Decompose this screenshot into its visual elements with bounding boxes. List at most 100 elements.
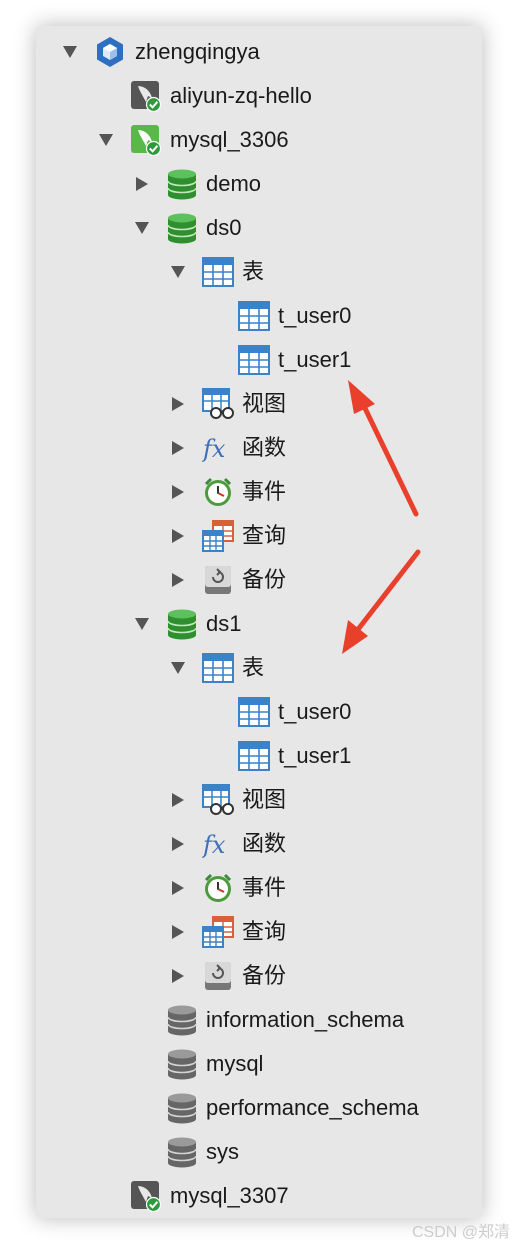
tree-row-ds1-views[interactable]: 视图 bbox=[36, 778, 482, 822]
database-green-icon bbox=[166, 168, 198, 200]
database-gray-icon bbox=[166, 1092, 198, 1124]
backups-folder-label: 备份 bbox=[242, 963, 287, 988]
tree-row-ds1-tables[interactable]: 表 bbox=[36, 646, 482, 690]
tables-folder-label: 表 bbox=[242, 655, 265, 680]
tree-row-ds1-t-user0[interactable]: t_user0 bbox=[36, 690, 482, 734]
svg-text:fx: fx bbox=[202, 831, 226, 859]
tree-row-ds1-t-user1[interactable]: t_user1 bbox=[36, 734, 482, 778]
tree-row-sys[interactable]: sys bbox=[36, 1130, 482, 1174]
event-clock-icon bbox=[202, 872, 234, 904]
expand-triangle-right-icon[interactable] bbox=[134, 162, 150, 206]
views-folder-label: 视图 bbox=[242, 787, 287, 812]
table-label: t_user1 bbox=[278, 743, 352, 768]
expand-triangle-right-icon[interactable] bbox=[170, 382, 186, 426]
tree-row-ds1[interactable]: ds1 bbox=[36, 602, 482, 646]
table-folder-icon bbox=[202, 256, 234, 288]
connection-green-icon bbox=[130, 124, 162, 156]
expand-triangle-down-icon[interactable] bbox=[62, 30, 78, 74]
tree-row-mysql[interactable]: mysql bbox=[36, 1042, 482, 1086]
connection-label: mysql_3307 bbox=[170, 1183, 289, 1208]
connection-label: mysql_3306 bbox=[170, 127, 289, 152]
connection-gray-icon bbox=[130, 80, 162, 112]
expand-triangle-down-icon[interactable] bbox=[98, 118, 114, 162]
tree-row-ds0-views[interactable]: 视图 bbox=[36, 382, 482, 426]
tree-row-aliyun-zq-hello[interactable]: aliyun-zq-hello bbox=[36, 74, 482, 118]
database-label: mysql bbox=[206, 1051, 264, 1076]
database-gray-icon bbox=[166, 1136, 198, 1168]
navicat-tree-panel: zhengqingya aliyun-zq-hello mysql_3306 d… bbox=[36, 26, 482, 1218]
database-label: ds0 bbox=[206, 215, 242, 240]
tree-row-ds0-events[interactable]: 事件 bbox=[36, 470, 482, 514]
expand-triangle-right-icon[interactable] bbox=[170, 514, 186, 558]
database-label: ds1 bbox=[206, 611, 242, 636]
table-label: t_user0 bbox=[278, 303, 352, 328]
tree-row-ds1-queries[interactable]: 查询 bbox=[36, 910, 482, 954]
events-folder-label: 事件 bbox=[242, 875, 287, 900]
tree-row-ds1-backups[interactable]: 备份 bbox=[36, 954, 482, 998]
tree-row-ds0[interactable]: ds0 bbox=[36, 206, 482, 250]
expand-triangle-down-icon[interactable] bbox=[134, 602, 150, 646]
functions-folder-label: 函数 bbox=[242, 831, 287, 856]
connection-gray-icon bbox=[130, 1180, 162, 1212]
tree-row-ds1-functions[interactable]: fx 函数 bbox=[36, 822, 482, 866]
queries-folder-label: 查询 bbox=[242, 919, 287, 944]
query-icon bbox=[202, 520, 234, 552]
expand-triangle-right-icon[interactable] bbox=[170, 558, 186, 602]
backup-icon bbox=[202, 564, 234, 596]
expand-triangle-right-icon[interactable] bbox=[170, 954, 186, 998]
expand-triangle-right-icon[interactable] bbox=[170, 866, 186, 910]
events-folder-label: 事件 bbox=[242, 479, 287, 504]
backup-icon bbox=[202, 960, 234, 992]
query-icon bbox=[202, 916, 234, 948]
database-label: sys bbox=[206, 1139, 239, 1164]
event-clock-icon bbox=[202, 476, 234, 508]
database-gray-icon bbox=[166, 1004, 198, 1036]
expand-triangle-right-icon[interactable] bbox=[170, 910, 186, 954]
views-folder-label: 视图 bbox=[242, 391, 287, 416]
database-label: information_schema bbox=[206, 1007, 405, 1032]
watermark: CSDN @郑清 bbox=[411, 1224, 510, 1241]
expand-triangle-right-icon[interactable] bbox=[170, 778, 186, 822]
tree-row-mysql-3306[interactable]: mysql_3306 bbox=[36, 118, 482, 162]
table-icon bbox=[238, 344, 270, 376]
function-fx-icon: fx bbox=[202, 828, 234, 860]
table-icon bbox=[238, 300, 270, 332]
expand-triangle-down-icon[interactable] bbox=[170, 646, 186, 690]
table-icon bbox=[238, 696, 270, 728]
tree-row-ds1-events[interactable]: 事件 bbox=[36, 866, 482, 910]
connection-group-label: zhengqingya bbox=[135, 39, 260, 64]
functions-folder-label: 函数 bbox=[242, 435, 287, 460]
tree-row-performance-schema[interactable]: performance_schema bbox=[36, 1086, 482, 1130]
expand-triangle-right-icon[interactable] bbox=[170, 426, 186, 470]
table-label: t_user1 bbox=[278, 347, 352, 372]
tree-row-ds0-t-user1[interactable]: t_user1 bbox=[36, 338, 482, 382]
expand-triangle-down-icon[interactable] bbox=[170, 250, 186, 294]
database-gray-icon bbox=[166, 1048, 198, 1080]
tree-row-ds0-backups[interactable]: 备份 bbox=[36, 558, 482, 602]
tree-row-ds0-tables[interactable]: 表 bbox=[36, 250, 482, 294]
hexagon-cube-icon bbox=[94, 36, 126, 68]
database-label: performance_schema bbox=[206, 1095, 419, 1120]
tables-folder-label: 表 bbox=[242, 259, 265, 284]
tree-row-zhengqingya[interactable]: zhengqingya bbox=[36, 30, 482, 74]
expand-triangle-right-icon[interactable] bbox=[170, 822, 186, 866]
database-green-icon bbox=[166, 212, 198, 244]
function-fx-icon: fx bbox=[202, 432, 234, 464]
expand-triangle-right-icon[interactable] bbox=[170, 470, 186, 514]
tree-row-information-schema[interactable]: information_schema bbox=[36, 998, 482, 1042]
backups-folder-label: 备份 bbox=[242, 567, 287, 592]
tree-row-ds0-functions[interactable]: fx 函数 bbox=[36, 426, 482, 470]
expand-triangle-down-icon[interactable] bbox=[134, 206, 150, 250]
database-green-icon bbox=[166, 608, 198, 640]
svg-text:fx: fx bbox=[202, 435, 226, 463]
connection-label: aliyun-zq-hello bbox=[170, 83, 312, 108]
table-icon bbox=[238, 740, 270, 772]
table-folder-icon bbox=[202, 652, 234, 684]
database-label: demo bbox=[206, 171, 262, 196]
view-glasses-icon bbox=[202, 784, 234, 816]
tree-row-demo[interactable]: demo bbox=[36, 162, 482, 206]
tree-row-mysql-3307[interactable]: mysql_3307 bbox=[36, 1174, 482, 1218]
queries-folder-label: 查询 bbox=[242, 523, 287, 548]
tree-row-ds0-queries[interactable]: 查询 bbox=[36, 514, 482, 558]
tree-row-ds0-t-user0[interactable]: t_user0 bbox=[36, 294, 482, 338]
